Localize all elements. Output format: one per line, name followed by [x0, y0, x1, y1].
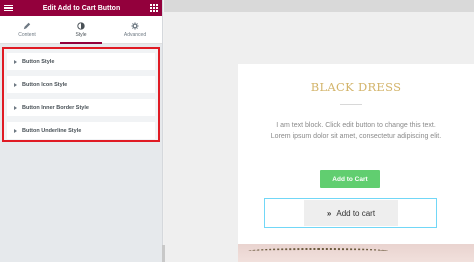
menu-icon[interactable] — [4, 4, 13, 12]
panel-tabs: Content Style Advanced — [0, 16, 162, 44]
section-label: Button Icon Style — [22, 81, 68, 88]
section-button-underline-style[interactable]: Button Underline Style — [7, 122, 155, 139]
section-label: Button Inner Border Style — [22, 104, 89, 111]
caret-right-icon — [14, 82, 17, 87]
add-to-cart-label: Add to cart — [336, 208, 376, 218]
resize-handle[interactable] — [162, 245, 165, 262]
caret-right-icon — [14, 105, 17, 110]
tab-style-label: Style — [75, 31, 87, 38]
title-divider — [340, 104, 362, 105]
editor-panel: Edit Add to Cart Button Content Style Ad… — [0, 0, 163, 262]
add-to-cart-button-secondary[interactable]: » Add to cart — [304, 200, 398, 226]
section-button-icon-style[interactable]: Button Icon Style — [7, 76, 155, 93]
add-to-cart-button-primary[interactable]: Add to Cart — [320, 170, 380, 188]
preview-canvas: BLACK DRESS I am text block. Click edit … — [164, 0, 474, 262]
tab-content-label: Content — [18, 31, 36, 38]
caret-right-icon — [14, 59, 17, 64]
section-button-inner-border-style[interactable]: Button Inner Border Style — [7, 99, 155, 116]
preview-top-strip — [164, 0, 474, 12]
caret-right-icon — [14, 128, 17, 133]
contrast-icon — [77, 21, 85, 30]
panel-header: Edit Add to Cart Button — [0, 0, 162, 16]
tab-content[interactable]: Content — [0, 16, 54, 43]
product-description: I am text block. Click edit button to ch… — [270, 122, 442, 140]
product-card: BLACK DRESS I am text block. Click edit … — [238, 64, 474, 262]
widgets-grid-icon[interactable] — [150, 4, 158, 12]
style-sections-highlight: Button Style Button Icon Style Button In… — [2, 47, 160, 142]
product-title: BLACK DRESS — [310, 80, 402, 94]
necklace-chain-graphic — [248, 248, 388, 254]
double-chevron-right-icon: » — [326, 208, 332, 218]
tab-advanced[interactable]: Advanced — [108, 16, 162, 43]
section-button-style[interactable]: Button Style — [7, 53, 155, 70]
section-label: Button Underline Style — [22, 127, 82, 134]
tab-style[interactable]: Style — [54, 16, 108, 44]
gear-icon — [131, 21, 139, 30]
tab-advanced-label: Advanced — [123, 31, 147, 38]
pencil-icon — [23, 22, 31, 29]
product-image-bottom — [238, 244, 474, 262]
panel-footer — [0, 252, 163, 262]
selected-widget-outline: » Add to cart — [264, 198, 437, 228]
panel-title: Edit Add to Cart Button — [42, 4, 121, 12]
section-label: Button Style — [22, 58, 55, 65]
